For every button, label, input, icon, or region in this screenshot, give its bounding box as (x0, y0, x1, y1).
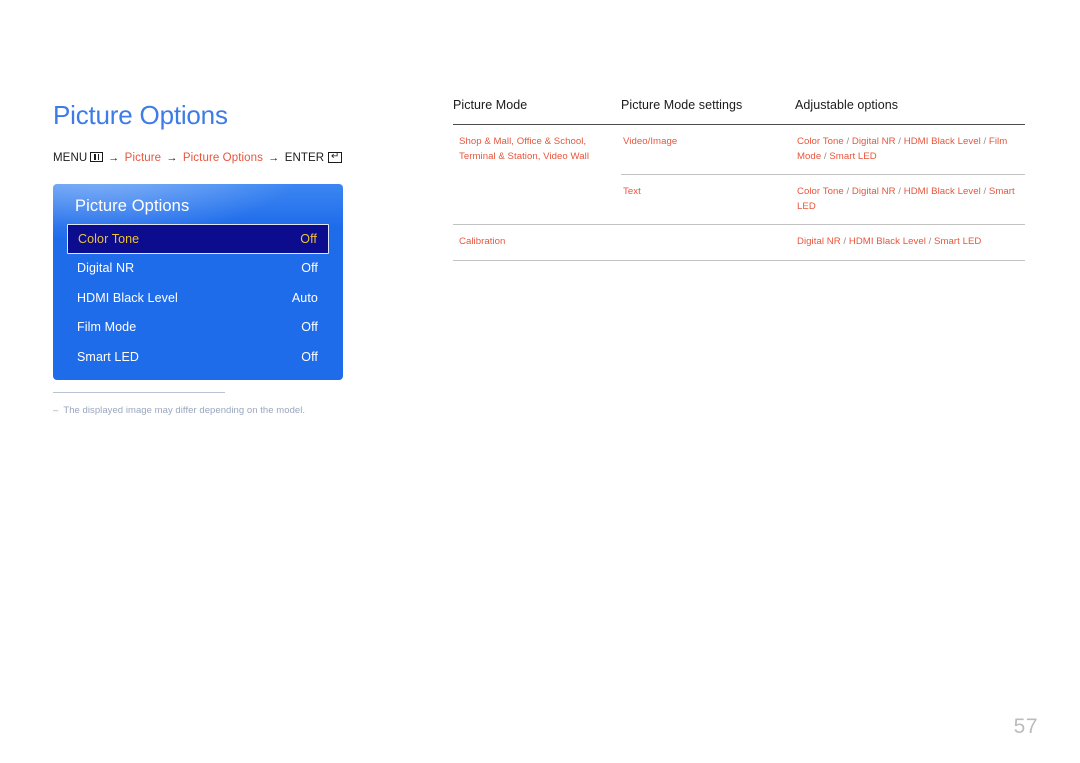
footnote-block: – The displayed image may differ dependin… (53, 392, 373, 417)
cell-options: Color Tone / Digital NR / HDMI Black Lev… (795, 124, 1025, 175)
cell-settings: Video/Image (621, 124, 795, 175)
osd-item-hdmi-black-level[interactable]: HDMI Black Level Auto (67, 283, 329, 313)
footnote-dash: – (53, 405, 59, 416)
page-title: Picture Options (53, 100, 228, 130)
table-row: Text Color Tone / Digital NR / HDMI Blac… (453, 174, 1025, 225)
breadcrumb-step-picture: Picture (124, 152, 162, 164)
column-header-picture-mode-settings: Picture Mode settings (621, 98, 743, 112)
footnote-divider (53, 392, 225, 393)
table-row: Calibration Digital NR / HDMI Black Leve… (453, 224, 1025, 261)
breadcrumb-arrow-3: → (268, 152, 280, 164)
table-header-row: Picture Mode Picture Mode settings Adjus… (453, 98, 1025, 125)
breadcrumb-menu-label: MENU (53, 152, 88, 164)
footnote-text: The displayed image may differ depending… (63, 405, 306, 416)
cell-settings (621, 224, 795, 261)
cell-picture-mode (453, 174, 621, 225)
cell-picture-mode: Shop & Mall, Office & School, Terminal &… (459, 136, 590, 162)
manual-page: Picture Options MENU → Picture → Picture … (0, 0, 1080, 763)
osd-item-label: Smart LED (77, 349, 140, 364)
breadcrumb-step-picture-options: Picture Options (182, 152, 263, 164)
osd-panel: Picture Options Color Tone Off Digital N… (53, 184, 343, 380)
cell-settings: Text (621, 174, 795, 225)
osd-item-label: Color Tone (78, 231, 140, 246)
breadcrumb-enter-label: ENTER (284, 152, 325, 164)
osd-item-digital-nr[interactable]: Digital NR Off (67, 254, 329, 284)
cell-options: Digital NR / HDMI Black Level / Smart LE… (795, 224, 1025, 261)
page-number: 57 (1013, 715, 1038, 738)
enter-icon-glyph: ↵ (330, 151, 340, 162)
table-row: Shop & Mall, Office & School, Terminal &… (453, 124, 1025, 175)
osd-item-value: Off (301, 349, 318, 364)
osd-item-value: Auto (291, 290, 318, 305)
breadcrumb-arrow-1: → (108, 152, 120, 164)
left-column: Picture Options MENU → Picture → Picture … (53, 98, 413, 166)
footnote: – The displayed image may differ dependin… (53, 404, 373, 417)
osd-item-color-tone[interactable]: Color Tone Off (67, 224, 329, 254)
osd-panel-title: Picture Options (75, 197, 190, 215)
osd-item-smart-led[interactable]: Smart LED Off (67, 342, 329, 372)
column-header-adjustable-options: Adjustable options (795, 98, 899, 112)
osd-item-film-mode[interactable]: Film Mode Off (67, 313, 329, 343)
enter-icon: ↵ (328, 151, 343, 163)
breadcrumb-arrow-2: → (166, 152, 178, 164)
osd-item-label: Digital NR (77, 261, 135, 276)
menu-icon (90, 152, 104, 162)
osd-item-value: Off (301, 320, 318, 335)
osd-item-label: HDMI Black Level (77, 290, 178, 305)
cell-picture-mode: Calibration (453, 224, 621, 261)
osd-menu-list: Color Tone Off Digital NR Off HDMI Black… (67, 224, 329, 372)
osd-item-value: Off (301, 261, 318, 276)
cell-options: Color Tone / Digital NR / HDMI Black Lev… (795, 174, 1025, 225)
picture-mode-table: Picture Mode Picture Mode settings Adjus… (453, 98, 1025, 261)
osd-item-label: Film Mode (77, 320, 137, 335)
osd-item-value: Off (300, 231, 317, 246)
breadcrumb: MENU → Picture → Picture Options → ENTER ↵ (53, 150, 413, 166)
column-header-picture-mode: Picture Mode (453, 98, 528, 112)
